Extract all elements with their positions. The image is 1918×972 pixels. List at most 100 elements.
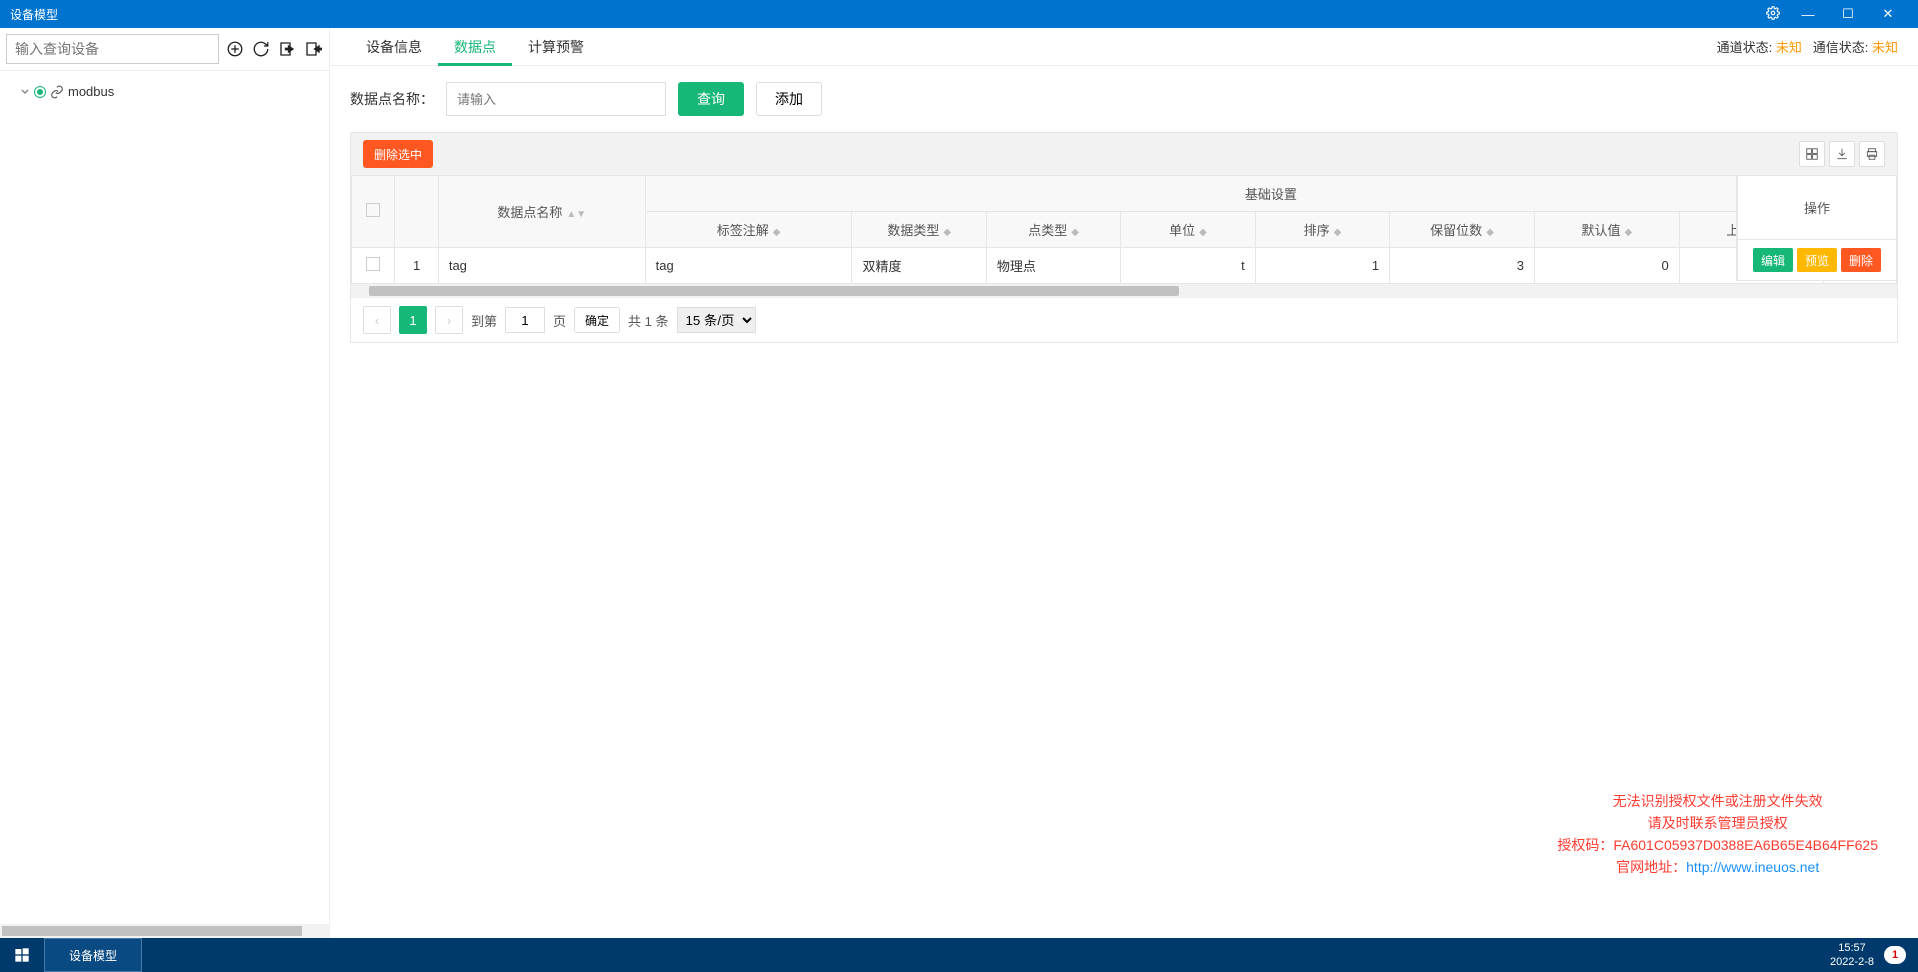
- license-line-4: 官网地址：http://www.ineuos.net: [1557, 856, 1878, 878]
- col-sort[interactable]: 排序◆: [1255, 212, 1389, 248]
- cell-decimal: 3: [1390, 248, 1535, 284]
- data-table: 数据点名称▲▼ 基础设置 标签注解◆ 数据类型◆ 点类型◆ 单位◆ 排序◆ 保留…: [351, 175, 1897, 284]
- table-horizontal-scrollbar[interactable]: [351, 284, 1897, 298]
- action-cell: 编辑 预览 删除: [1748, 248, 1886, 272]
- scrollbar-thumb[interactable]: [369, 286, 1179, 296]
- sidebar-horizontal-scrollbar[interactable]: [0, 924, 330, 938]
- delete-button[interactable]: 删除: [1841, 248, 1881, 272]
- goto-page-input[interactable]: [505, 307, 545, 333]
- taskbar-app-item[interactable]: 设备模型: [44, 938, 142, 972]
- goto-confirm-button[interactable]: 确定: [574, 307, 620, 333]
- sidebar: modbus: [0, 28, 330, 938]
- query-row: 数据点名称： 查询 添加: [330, 66, 1918, 132]
- license-line-3: 授权码：FA601C05937D0388EA6B65E4B64FF625: [1557, 834, 1878, 856]
- channel-status-value: 未知: [1776, 40, 1802, 55]
- tree-item-modbus[interactable]: modbus: [20, 81, 329, 102]
- comm-status-label: 通信状态:: [1813, 40, 1869, 55]
- delete-selected-button[interactable]: 删除选中: [363, 140, 433, 168]
- cell-index: 1: [395, 248, 438, 284]
- close-icon[interactable]: ✕: [1868, 6, 1908, 22]
- window-title: 设备模型: [10, 6, 1758, 23]
- checkbox-all[interactable]: [366, 203, 380, 217]
- system-tray: 15:57 2022-2-8 1: [1818, 941, 1918, 969]
- print-icon[interactable]: [1859, 141, 1885, 167]
- cell-unit: t: [1121, 248, 1255, 284]
- main-area: modbus 设备信息 数据点 计算预警 通道状态: 未知 通信状态: 未知 数…: [0, 28, 1918, 938]
- total-count: 共 1 条: [628, 311, 668, 330]
- license-line-1: 无法识别授权文件或注册文件失效: [1557, 790, 1878, 812]
- query-label: 数据点名称：: [350, 89, 434, 109]
- goto-suffix: 页: [553, 311, 566, 330]
- search-button[interactable]: 查询: [678, 82, 744, 116]
- cell-sort: 1: [1255, 248, 1389, 284]
- tree-item-label: modbus: [68, 84, 114, 99]
- clock-date: 2022-2-8: [1830, 955, 1874, 969]
- official-url-link[interactable]: http://www.ineuos.net: [1686, 859, 1819, 875]
- taskbar: 设备模型 15:57 2022-2-8 1: [0, 938, 1918, 972]
- sort-icon: ▲▼: [566, 209, 586, 220]
- content: 设备信息 数据点 计算预警 通道状态: 未知 通信状态: 未知 数据点名称： 查…: [330, 28, 1918, 938]
- license-warning: 无法识别授权文件或注册文件失效 请及时联系管理员授权 授权码：FA601C059…: [1557, 790, 1878, 878]
- sidebar-scrollbar-thumb[interactable]: [2, 926, 302, 936]
- col-checkbox: [352, 176, 395, 248]
- import-icon[interactable]: [275, 37, 299, 61]
- col-decimal-places[interactable]: 保留位数◆: [1390, 212, 1535, 248]
- cell-tag-name: tag: [438, 248, 645, 284]
- col-unit[interactable]: 单位◆: [1121, 212, 1255, 248]
- col-action: 操作: [1738, 176, 1897, 240]
- radio-on-icon: [34, 86, 46, 98]
- col-data-point-name[interactable]: 数据点名称▲▼: [438, 176, 645, 248]
- notification-badge[interactable]: 1: [1884, 946, 1906, 964]
- sidebar-icon-buttons: [223, 37, 325, 61]
- sidebar-toolbar: [0, 28, 329, 71]
- export-table-icon[interactable]: [1829, 141, 1855, 167]
- maximize-icon[interactable]: ☐: [1828, 6, 1868, 22]
- cell-point-type: 物理点: [986, 248, 1120, 284]
- table-scroll-area: 数据点名称▲▼ 基础设置 标签注解◆ 数据类型◆ 点类型◆ 单位◆ 排序◆ 保留…: [351, 175, 1897, 284]
- edit-button[interactable]: 编辑: [1753, 248, 1793, 272]
- clock-time: 15:57: [1830, 941, 1874, 955]
- refresh-icon[interactable]: [249, 37, 273, 61]
- col-data-type[interactable]: 数据类型◆: [852, 212, 986, 248]
- table-toolbar: 删除选中: [351, 133, 1897, 175]
- tab-data-points[interactable]: 数据点: [438, 28, 512, 66]
- per-page-select[interactable]: 15 条/页: [677, 307, 756, 333]
- link-icon: [50, 85, 64, 99]
- channel-status-label: 通道状态:: [1717, 40, 1773, 55]
- col-point-type[interactable]: 点类型◆: [986, 212, 1120, 248]
- table-toolbar-right: [1799, 141, 1885, 167]
- settings-icon[interactable]: [1758, 6, 1788, 23]
- tab-calc-warning[interactable]: 计算预警: [512, 28, 600, 66]
- col-index: [395, 176, 438, 248]
- page-1-button[interactable]: 1: [399, 306, 427, 334]
- license-line-2: 请及时联系管理员授权: [1557, 812, 1878, 834]
- add-icon[interactable]: [223, 37, 247, 61]
- device-search-input[interactable]: [6, 34, 219, 64]
- prev-page-button[interactable]: ‹: [363, 306, 391, 334]
- pagination: ‹ 1 › 到第 页 确定 共 1 条 15 条/页: [351, 298, 1897, 342]
- goto-label: 到第: [471, 311, 497, 330]
- minimize-icon[interactable]: —: [1788, 7, 1828, 22]
- tabs: 设备信息 数据点 计算预警 通道状态: 未知 通信状态: 未知: [330, 28, 1918, 66]
- window-titlebar: 设备模型 — ☐ ✕: [0, 0, 1918, 28]
- col-tag-annotation[interactable]: 标签注解◆: [645, 212, 852, 248]
- comm-status-value: 未知: [1872, 40, 1898, 55]
- col-default-value[interactable]: 默认值◆: [1534, 212, 1679, 248]
- taskbar-clock[interactable]: 15:57 2022-2-8: [1830, 941, 1874, 969]
- export-icon[interactable]: [301, 37, 325, 61]
- start-button[interactable]: [0, 938, 44, 972]
- table-container: 删除选中: [350, 132, 1898, 343]
- device-tree: modbus: [0, 71, 329, 102]
- next-page-button[interactable]: ›: [435, 306, 463, 334]
- col-group-base-settings: 基础设置: [645, 176, 1896, 212]
- table-row[interactable]: 1 tag tag 双精度 物理点 t 1 3 0 100: [352, 248, 1897, 284]
- fixed-action-column: 操作 编辑 预览 删除: [1736, 175, 1897, 281]
- row-checkbox[interactable]: [366, 257, 380, 271]
- tab-device-info[interactable]: 设备信息: [350, 28, 438, 66]
- preview-button[interactable]: 预览: [1797, 248, 1837, 272]
- status-bar: 通道状态: 未知 通信状态: 未知: [1717, 37, 1898, 56]
- add-button[interactable]: 添加: [756, 82, 822, 116]
- columns-icon[interactable]: [1799, 141, 1825, 167]
- data-point-name-input[interactable]: [446, 82, 666, 116]
- cell-data-type: 双精度: [852, 248, 986, 284]
